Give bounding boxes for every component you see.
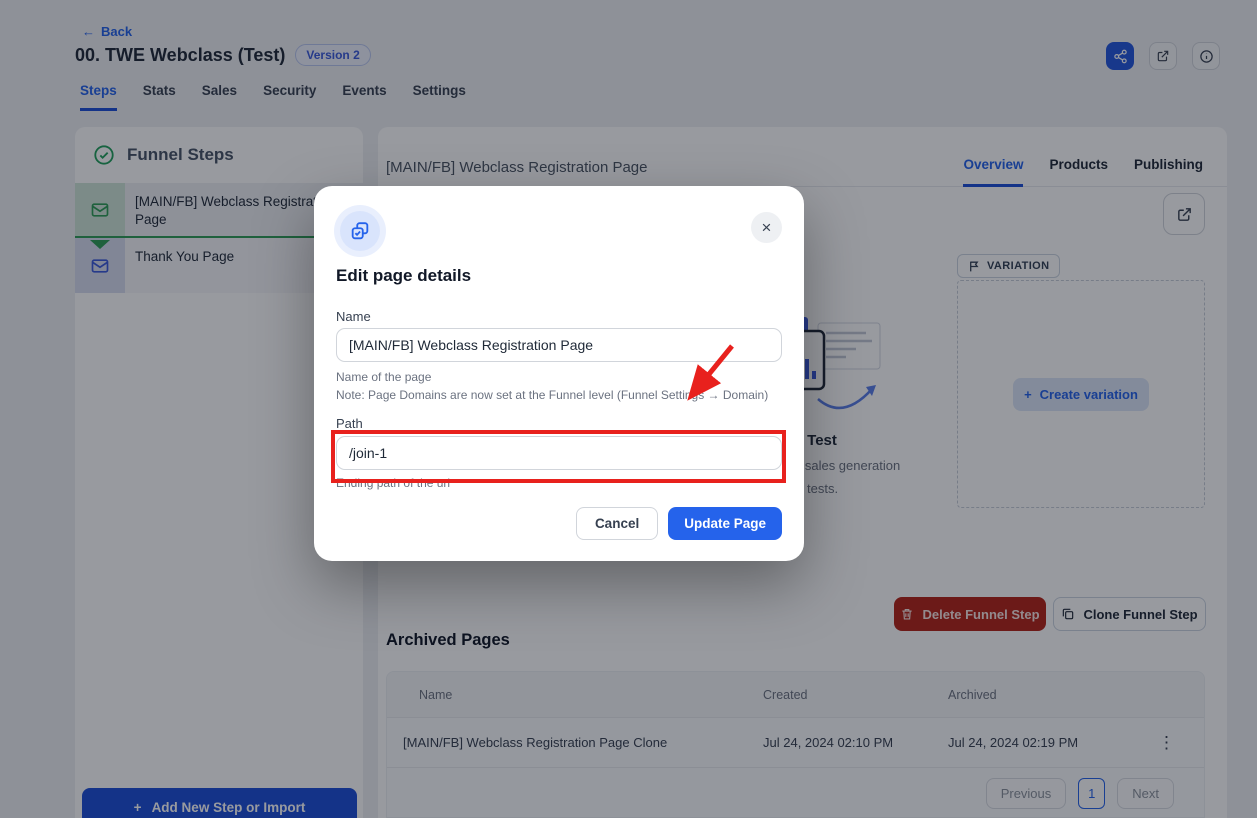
modal-icon-halo (334, 205, 386, 257)
name-helper-text: Name of the page (336, 370, 431, 384)
domain-note-text: Note: Page Domains are now set at the Fu… (336, 388, 768, 402)
path-helper-text: Ending path of the url (336, 476, 450, 490)
cancel-button[interactable]: Cancel (576, 507, 658, 540)
update-page-button[interactable]: Update Page (668, 507, 782, 540)
modal-icon-circle (340, 211, 380, 251)
edit-page-details-modal: × Edit page details Name Name of the pag… (314, 186, 804, 561)
path-input[interactable] (336, 436, 782, 470)
name-field-label: Name (336, 309, 371, 324)
pages-check-icon (349, 220, 371, 242)
modal-title: Edit page details (336, 266, 471, 286)
name-input[interactable] (336, 328, 782, 362)
modal-close-button[interactable]: × (751, 212, 782, 243)
funnel-app-screen: ← Back 00. TWE Webclass (Test) Version 2… (0, 0, 1257, 818)
path-field-label: Path (336, 416, 363, 431)
modal-action-buttons: Cancel Update Page (576, 507, 782, 540)
